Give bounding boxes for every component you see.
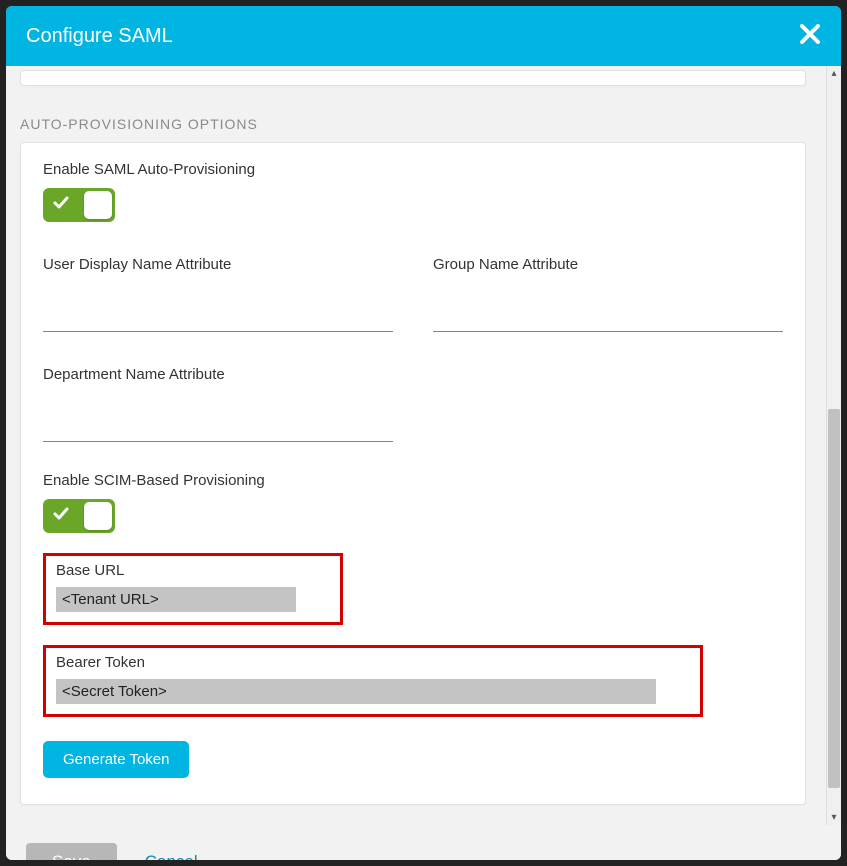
scroll-wrap: AUTO-PROVISIONING OPTIONS Enable SAML Au… [6,66,841,825]
scroll-up-icon[interactable]: ▴ [831,66,836,81]
close-icon[interactable] [799,22,821,50]
bearer-token-highlight: Bearer Token [43,645,703,717]
empty-col [433,366,783,442]
modal-title: Configure SAML [26,25,173,48]
modal-header: Configure SAML [6,6,841,66]
enable-saml-block: Enable SAML Auto-Provisioning [43,161,783,222]
dept-name-block: Department Name Attribute [43,366,393,442]
user-display-label: User Display Name Attribute [43,256,393,273]
base-url-field[interactable] [56,587,296,612]
dept-name-label: Department Name Attribute [43,366,393,383]
configure-saml-modal: Configure SAML AUTO-PROVISIONING OPTIONS… [6,6,841,860]
cancel-button[interactable]: Cancel [145,852,198,860]
user-display-block: User Display Name Attribute [43,256,393,332]
toggle-knob [84,502,112,530]
enable-saml-toggle[interactable] [43,188,115,222]
scroll-track[interactable] [827,81,841,810]
previous-section-card [20,70,806,86]
scrollbar[interactable]: ▴ ▾ [826,66,841,825]
toggle-knob [84,191,112,219]
check-icon [52,194,70,217]
auto-provisioning-card: Enable SAML Auto-Provisioning User Displ… [20,142,806,805]
scroll-down-icon[interactable]: ▾ [831,810,836,825]
base-url-label: Base URL [56,562,330,579]
group-name-input[interactable] [433,303,783,332]
base-url-highlight: Base URL [43,553,343,625]
section-label: AUTO-PROVISIONING OPTIONS [20,116,806,132]
scroll-thumb[interactable] [828,409,840,788]
save-button[interactable]: Save [26,843,117,860]
group-name-label: Group Name Attribute [433,256,783,273]
enable-scim-label: Enable SCIM-Based Provisioning [43,472,783,489]
bearer-token-field[interactable] [56,679,656,704]
modal-footer: Save Cancel [6,825,841,860]
enable-saml-label: Enable SAML Auto-Provisioning [43,161,783,178]
modal-body: AUTO-PROVISIONING OPTIONS Enable SAML Au… [6,66,826,825]
bearer-token-label: Bearer Token [56,654,690,671]
user-display-input[interactable] [43,303,393,332]
generate-token-button[interactable]: Generate Token [43,741,189,778]
attribute-row-1: User Display Name Attribute Group Name A… [43,256,783,332]
group-name-block: Group Name Attribute [433,256,783,332]
enable-scim-toggle[interactable] [43,499,115,533]
dept-name-input[interactable] [43,413,393,442]
check-icon [52,505,70,528]
attribute-row-2: Department Name Attribute [43,366,783,442]
enable-scim-block: Enable SCIM-Based Provisioning [43,472,783,533]
